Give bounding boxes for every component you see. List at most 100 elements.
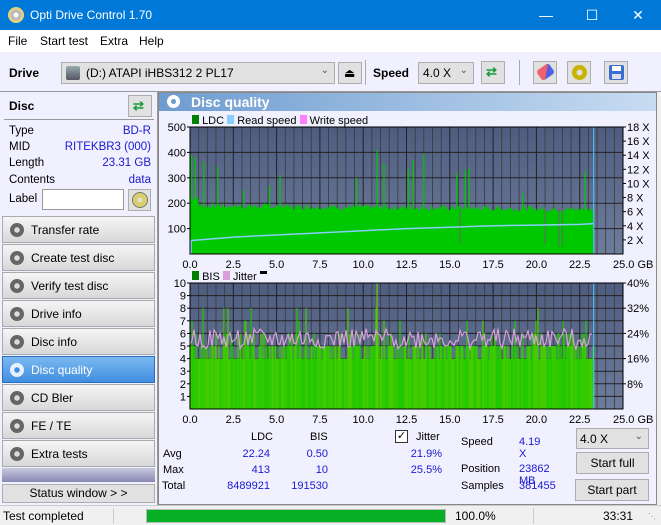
menu-start-test[interactable]: Start test [40,34,88,48]
refresh-arrows-icon: ⇄ [133,98,144,113]
nav-label: Drive info [31,307,82,321]
title-bar: Opti Drive Control 1.70 — ☐ ✕ [0,0,661,30]
disc-contents-value: data [128,174,151,186]
bis-jitter-chart: 12345678910 8% 16% 24% 32% 40% 0.0 2.5 5.0 7.5 10.… [174,278,654,426]
chevron-down-icon: ⌄ [320,65,329,76]
separator [533,508,534,524]
disc-label-button[interactable] [128,189,151,211]
y2-tick-label: 4 X [627,221,644,233]
cd-icon [132,192,148,208]
disc-contents-key: Contents [9,174,56,186]
stats-col-ldc: LDC [251,431,274,443]
y-tick-label: 2 [180,379,186,391]
menu-file[interactable]: File [8,34,27,48]
nav-label: Verify test disc [31,279,109,293]
max-bis: 10 [315,464,328,476]
y2-tick-label: 14 X [627,150,650,162]
test-speed-value: 4.0 X [580,432,609,446]
y-tick-label: 200 [168,198,186,210]
nav-cd-bler[interactable]: CD Bler [2,384,155,411]
y2-tick-label: 16% [627,354,649,366]
speed-value: 4.19 X [519,436,541,460]
position-label: Position [461,463,501,475]
x-tick-label: 17.5 [482,414,503,426]
progress-fill [147,510,445,522]
disc-length-value: 23.31 GB [102,157,151,169]
nav-create-test-disc[interactable]: Create test disc [2,244,155,271]
disc-icon [10,419,24,433]
drive-select[interactable]: (D:) ATAPI iHBS312 2 PL17 ⌄ [61,62,335,84]
disc-length-row: Length 23.31 GB [9,157,151,169]
disc-refresh-button[interactable]: ⇄ [128,95,152,117]
x-tick-label: 0.0 [182,414,197,426]
eraser-icon [535,62,556,82]
total-bis: 191530 [291,480,328,492]
y-tick-label: 9 [180,291,186,303]
left-panel: Disc ⇄ Type BD-R MID RITEKBR3 (000) Length… [0,92,158,505]
x-tick-label: 12.5 [396,259,417,270]
x-tick-label: 17.5 [482,259,503,270]
eject-button[interactable]: ⏏ [338,62,362,84]
disc-label-input[interactable] [42,189,124,210]
y-tick-label: 400 [168,147,186,159]
disc-mid-value: RITEKBR3 (000) [64,141,151,153]
x-tick-label: 12.5 [396,414,417,426]
y2-tick-label: 6 X [627,207,644,219]
nav-verify-test-disc[interactable]: Verify test disc [2,272,155,299]
separator [365,60,366,85]
save-button[interactable] [604,61,628,84]
x-tick-label: 10.0 [352,414,373,426]
elapsed-time: 33:31 [603,509,634,523]
nav-disc-info[interactable]: Disc info [2,328,155,355]
settings-button[interactable] [567,61,591,84]
y2-tick-label: 12 X [627,164,650,176]
nav-spacer [2,468,155,482]
nav-fe-te[interactable]: FE / TE [2,412,155,439]
disc-type-row: Type BD-R [9,125,151,137]
maximize-button[interactable]: ☐ [569,0,615,30]
speed-value: 4.0 X [423,66,452,80]
resize-grip-icon[interactable]: ⋱ [648,512,656,521]
samples-label: Samples [461,480,504,492]
disc-section-header: Disc ⇄ [4,92,154,120]
close-button[interactable]: ✕ [615,0,661,30]
disc-type-value: BD-R [122,125,151,137]
nav-transfer-rate[interactable]: Transfer rate [2,216,155,243]
stats-row-label: Total [162,480,186,492]
x-tick-label: 0.0 [182,259,197,270]
nav-label: FE / TE [31,419,72,433]
erase-button[interactable] [533,61,557,84]
nav-disc-quality[interactable]: Disc quality [2,356,155,383]
chevron-down-icon: ⌄ [459,65,468,76]
disc-type-key: Type [9,125,34,137]
disc-icon [10,223,24,237]
test-speed-select[interactable]: 4.0 X ⌄ [576,428,649,449]
jitter-checkbox[interactable]: ✓ [395,430,408,443]
y-tick-label: 1 [180,391,186,403]
disc-icon [10,307,24,321]
x-tick-label: 20.0 [526,414,547,426]
y-tick-label: 100 [168,224,186,236]
nav-label: Disc info [31,335,78,349]
nav-extra-tests[interactable]: Extra tests [2,440,155,467]
y2-tick-label: 10 X [627,178,650,190]
speed-select[interactable]: 4.0 X ⌄ [418,62,474,84]
minimize-button[interactable]: — [523,0,569,30]
nav-drive-info[interactable]: Drive info [2,300,155,327]
gears-icon [572,65,587,80]
nav-label: Extra tests [31,447,88,461]
stats-col-bis: BIS [310,431,328,443]
status-window-button[interactable]: Status window > > [2,484,155,503]
y2-tick-label: 8% [627,379,643,391]
menu-help[interactable]: Help [139,34,164,48]
x-tick-label: 7.5 [312,259,327,270]
disc-icon [10,447,24,461]
start-part-button[interactable]: Start part [575,479,649,501]
start-full-button[interactable]: Start full [576,452,649,474]
drive-label: Drive [9,66,40,80]
floppy-save-icon [609,65,624,80]
avg-ldc: 22.24 [242,448,270,460]
refresh-button[interactable]: ⇄ [481,61,505,84]
menu-extra[interactable]: Extra [100,34,128,48]
progress-text: 100.0% [455,509,496,523]
